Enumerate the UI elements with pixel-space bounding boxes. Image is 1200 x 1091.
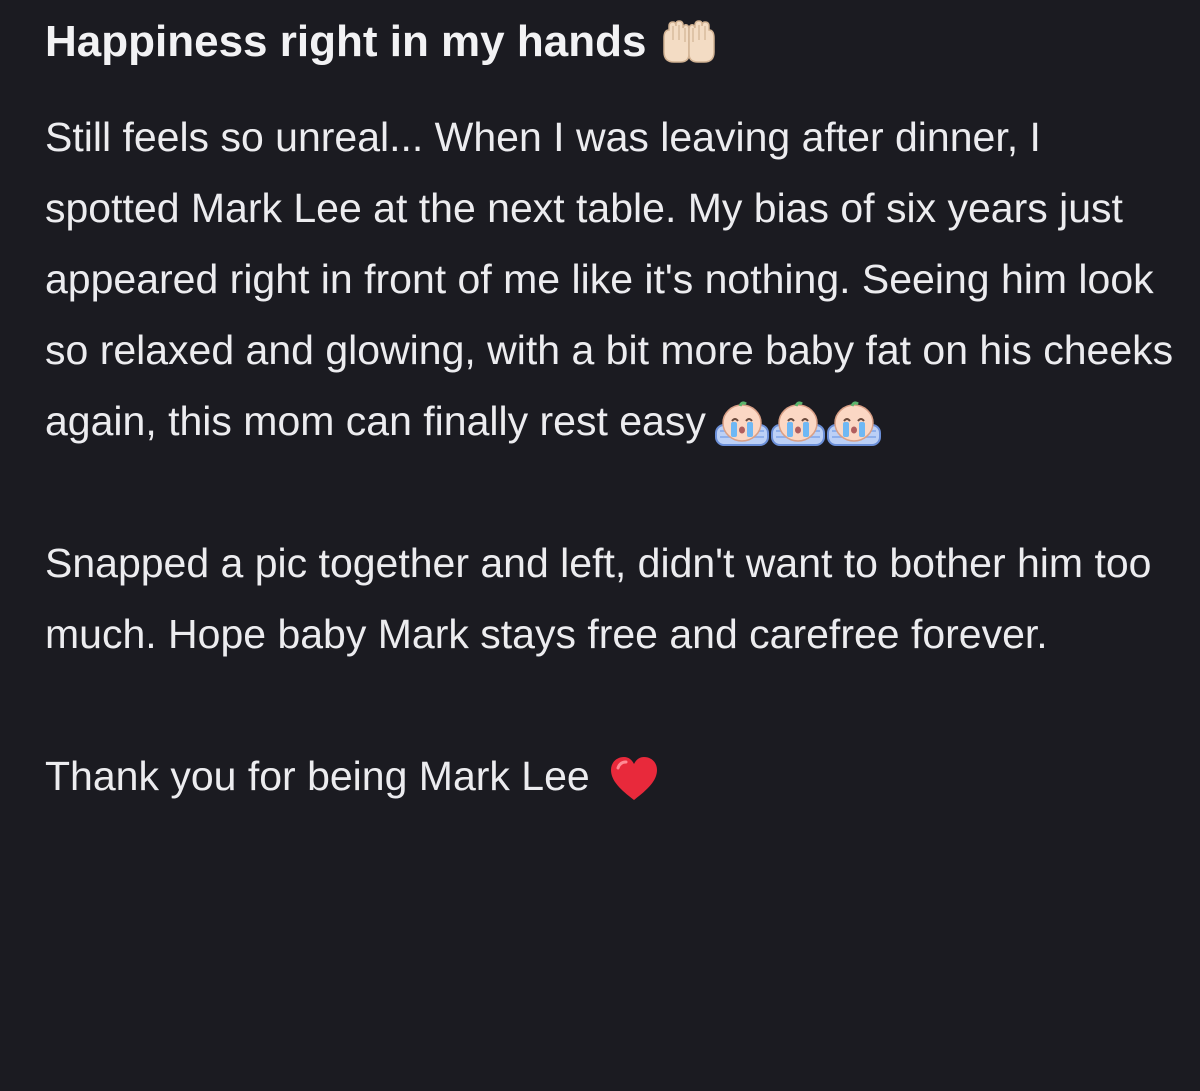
crying-baby-icon — [714, 401, 770, 447]
post-text-2: Snapped a pic together and left, didn't … — [45, 540, 1152, 657]
emoji-group — [714, 401, 882, 447]
crying-baby-icon — [770, 401, 826, 447]
post-title: Happiness right in my hands — [45, 17, 647, 66]
post-text-3: Thank you for being Mark Lee — [45, 753, 590, 799]
post-paragraph: Snapped a pic together and left, didn't … — [45, 528, 1175, 670]
emoji-group — [609, 756, 659, 802]
crying-baby-icon — [826, 401, 882, 447]
post-view: Happiness right in my hands Still feels … — [0, 0, 1200, 1091]
post-body: Still feels so unreal... When I was leav… — [45, 102, 1175, 812]
post-paragraph: Still feels so unreal... When I was leav… — [45, 102, 1175, 457]
red-heart-icon — [609, 756, 659, 802]
post-title-row: Happiness right in my hands — [45, 14, 718, 70]
raised-hands-icon — [660, 20, 718, 64]
post-paragraph: Thank you for being Mark Lee — [45, 741, 1175, 812]
post-text-1: Still feels so unreal... When I was leav… — [45, 114, 1174, 444]
